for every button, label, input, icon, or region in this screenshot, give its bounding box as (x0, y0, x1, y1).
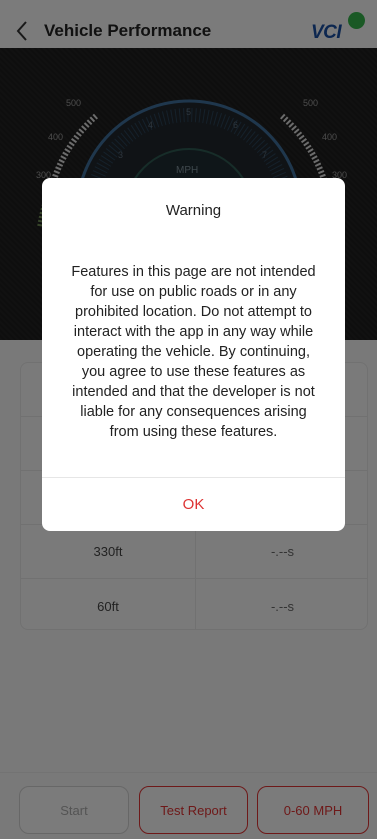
dialog-title: Warning (165, 202, 222, 219)
dialog-message: Features in this page are not intended f… (71, 264, 316, 440)
app-screen: Vehicle Performance VCI 500 400 300 500 … (0, 0, 377, 839)
warning-dialog: Warning Features in this page are not in… (42, 178, 345, 531)
ok-button[interactable]: OK (42, 478, 345, 531)
